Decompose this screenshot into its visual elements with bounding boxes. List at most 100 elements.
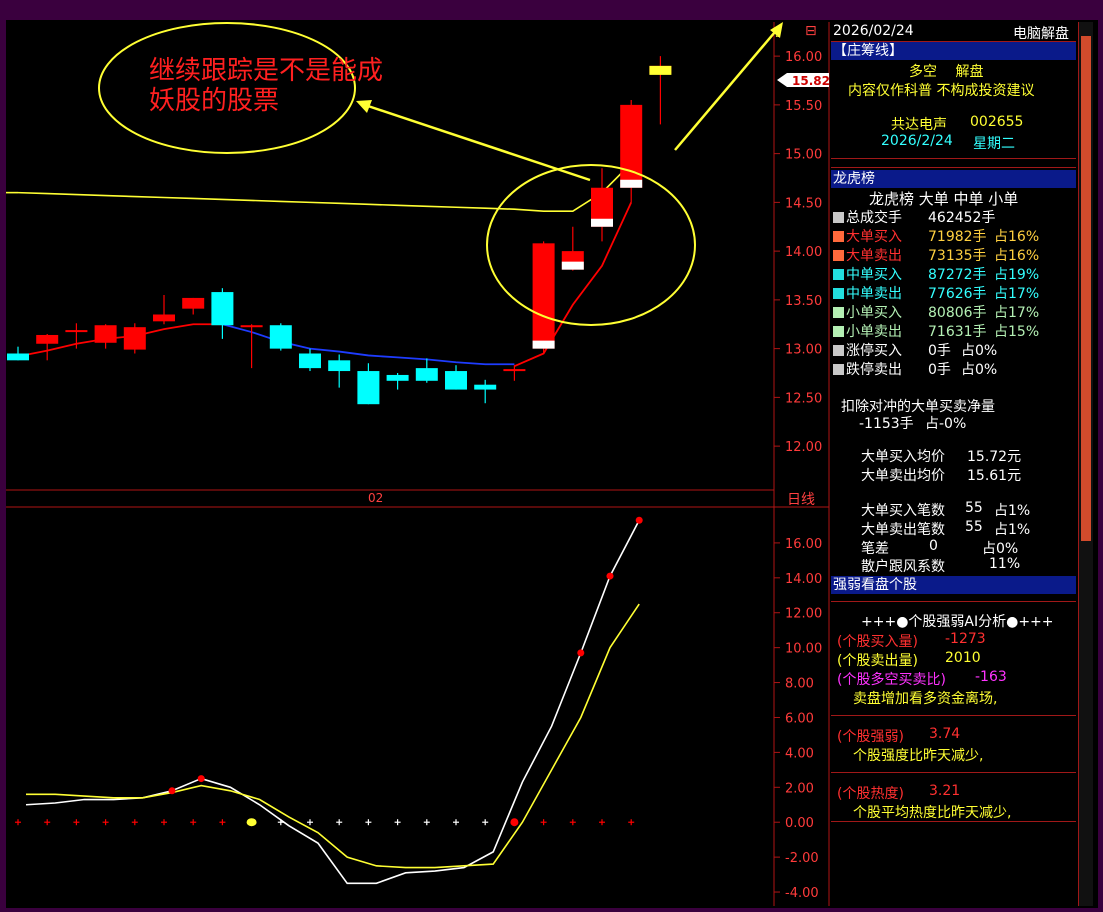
longhu-value: 80806手 bbox=[928, 305, 987, 321]
longhu-value: 77626手 bbox=[928, 286, 987, 302]
candle-body bbox=[415, 368, 438, 381]
annotation-arrow-left bbox=[361, 102, 591, 182]
sell-value: 2010 bbox=[945, 650, 981, 666]
candle-highlight bbox=[532, 340, 555, 349]
x-axis-label: 02 bbox=[368, 491, 383, 505]
longhu-value: 71631手 bbox=[928, 324, 987, 340]
strength-label: (个股强弱) bbox=[837, 729, 904, 745]
avg-buy-label: 大单买入均价 bbox=[861, 449, 945, 465]
longhu-value: 87272手 bbox=[928, 267, 987, 283]
zhuchou-weekday: 星期二 bbox=[973, 136, 1015, 152]
marker-dot bbox=[510, 818, 519, 827]
longhu-row: 中单卖出 bbox=[833, 283, 902, 303]
legend-square bbox=[833, 307, 844, 318]
y-tick-label-sub: 6.00 bbox=[785, 711, 814, 726]
candle-body bbox=[269, 325, 292, 349]
longhu-pct: 占17% bbox=[994, 305, 1040, 321]
candle-body bbox=[182, 297, 205, 309]
legend-square bbox=[833, 212, 844, 223]
longhu-pct: 占19% bbox=[994, 267, 1040, 283]
y-tick-label-sub: -2.00 bbox=[785, 851, 819, 866]
scrollbar[interactable] bbox=[1078, 22, 1093, 906]
daily-line-label[interactable]: 日线 bbox=[787, 492, 815, 508]
header-title: 电脑解盘 bbox=[1013, 26, 1069, 42]
legend-square bbox=[833, 250, 844, 261]
y-tick-label-main: 16.00 bbox=[785, 50, 822, 65]
candle-body bbox=[7, 353, 29, 361]
candle-body bbox=[445, 371, 467, 390]
indicator-white-line bbox=[25, 519, 640, 885]
sell-label: (个股卖出量) bbox=[837, 653, 918, 669]
cnt-buy-label: 大单买入笔数 bbox=[861, 503, 945, 519]
longhu-value: 71982手 bbox=[928, 229, 987, 245]
y-tick-label-main: 14.00 bbox=[785, 245, 822, 260]
peak-dot bbox=[168, 787, 176, 795]
y-tick-label-sub: 12.00 bbox=[785, 607, 822, 622]
net-value: -1153手 bbox=[859, 416, 914, 432]
y-tick-label-sub: 4.00 bbox=[785, 746, 814, 761]
peak-dot bbox=[635, 516, 643, 524]
zhuchou-line2: 内容仅作科普 不构成投资建议 bbox=[848, 83, 1035, 99]
annotation-overlay: 继续跟踪是不是能成 妖股的股票 bbox=[98, 22, 783, 326]
ratio-label: (个股多空买卖比) bbox=[837, 672, 946, 688]
qiangruo-header[interactable]: 强弱看盘个股 bbox=[831, 576, 1076, 594]
retail-value: 11% bbox=[989, 556, 1021, 572]
strength-value: 3.74 bbox=[929, 726, 961, 742]
candle-highlight bbox=[620, 179, 643, 188]
candle-highlight bbox=[561, 261, 584, 270]
avg-sell-value: 15.61元 bbox=[967, 468, 1022, 484]
cnt-sell-pct: 占1% bbox=[994, 522, 1031, 538]
annotation-text-2: 妖股的股票 bbox=[149, 86, 279, 116]
cnt-sell-label: 大单卖出笔数 bbox=[861, 522, 945, 538]
longhu-row: 大单卖出 bbox=[833, 245, 902, 265]
longhu-value: 462452手 bbox=[928, 210, 996, 226]
legend-square bbox=[833, 345, 844, 356]
peak-dot bbox=[197, 775, 205, 783]
buy-value: -1273 bbox=[945, 631, 986, 647]
legend-square bbox=[833, 231, 844, 242]
candle-body bbox=[211, 292, 234, 326]
y-tick-label-main: 15.00 bbox=[785, 148, 822, 163]
zoom-icon[interactable]: ⊟ bbox=[805, 23, 817, 39]
candle-highlight bbox=[649, 65, 672, 75]
marker-dot bbox=[246, 818, 257, 827]
ma-yellow-line bbox=[17, 162, 632, 212]
price-tag: 15.82 bbox=[777, 73, 830, 88]
longhu-label: 大单买入 bbox=[846, 229, 902, 245]
longhu-row: 小单买入 bbox=[833, 302, 902, 322]
longhu-pct: 占17% bbox=[994, 286, 1040, 302]
candle-body bbox=[532, 243, 555, 349]
longhu-pct: 占15% bbox=[994, 324, 1040, 340]
longhu-header[interactable]: 龙虎榜 bbox=[831, 170, 1076, 188]
y-tick-label-sub: 10.00 bbox=[785, 642, 822, 657]
candle-highlight bbox=[591, 218, 613, 227]
longhu-label: 总成交手 bbox=[846, 210, 902, 226]
annotation-arrow-right bbox=[674, 25, 781, 151]
diff-label: 笔差 bbox=[861, 541, 889, 557]
candle-body bbox=[328, 360, 351, 372]
y-tick-label-main: 14.50 bbox=[785, 196, 822, 211]
peak-dot bbox=[606, 572, 614, 580]
price-tag-label: 15.82 bbox=[792, 74, 830, 88]
annotation-text-1: 继续跟踪是不是能成 bbox=[149, 56, 383, 86]
candle-body bbox=[123, 327, 146, 350]
heat-value: 3.21 bbox=[929, 783, 961, 799]
scrollbar-thumb[interactable] bbox=[1081, 36, 1091, 541]
buy-label: (个股买入量) bbox=[837, 634, 918, 650]
longhu-column-header: 龙虎榜 大单 中单 小单 bbox=[869, 190, 1019, 208]
longhu-label: 中单卖出 bbox=[846, 286, 902, 302]
zhuchou-header[interactable]: 【庄筹线】 bbox=[831, 42, 1076, 60]
qiangruo-title: +++●个股强弱AI分析●+++ bbox=[861, 614, 1054, 630]
candle-body bbox=[299, 353, 321, 369]
net-pct: 占-0% bbox=[925, 416, 967, 432]
candle-body bbox=[474, 384, 497, 390]
y-tick-label-sub: 8.00 bbox=[785, 677, 814, 692]
candle-body bbox=[503, 369, 526, 372]
y-tick-label-main: 15.50 bbox=[785, 99, 822, 114]
y-tick-label-main: 13.00 bbox=[785, 343, 822, 358]
longhu-value: 0手 bbox=[928, 362, 951, 378]
legend-square bbox=[833, 364, 844, 375]
header-date: 2026/02/24 bbox=[833, 23, 914, 39]
candle-body bbox=[357, 371, 380, 405]
longhu-label: 小单卖出 bbox=[846, 324, 902, 340]
